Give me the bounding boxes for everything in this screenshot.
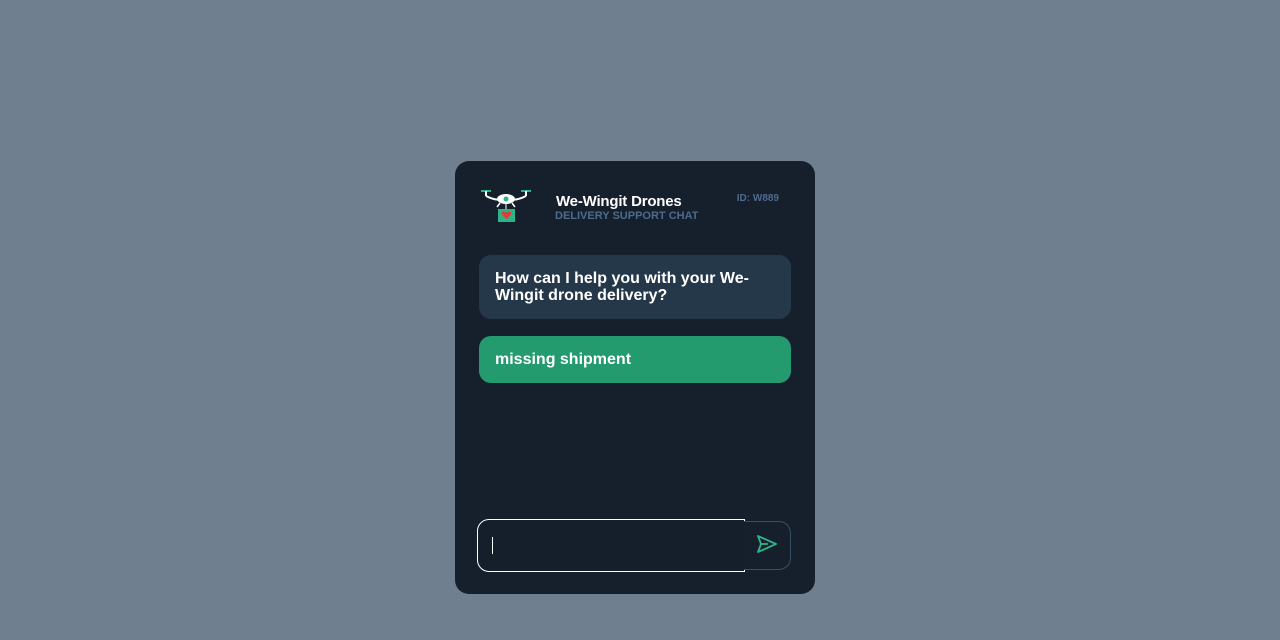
brand-subtitle: DELIVERY SUPPORT CHAT bbox=[555, 210, 699, 222]
send-button[interactable] bbox=[744, 521, 791, 570]
brand-title: We-Wingit Drones bbox=[556, 193, 682, 210]
message-composer bbox=[477, 519, 791, 572]
user-message: missing shipment bbox=[479, 336, 791, 383]
message-input[interactable] bbox=[477, 519, 745, 572]
send-icon bbox=[756, 534, 778, 557]
text-caret bbox=[492, 537, 493, 554]
session-id-label: ID: W889 bbox=[736, 193, 779, 204]
bot-message: How can I help you with your We-Wingit d… bbox=[479, 255, 791, 319]
message-list: How can I help you with your We-Wingit d… bbox=[479, 255, 791, 383]
chat-window: We-Wingit Drones DELIVERY SUPPORT CHAT I… bbox=[455, 161, 815, 594]
drone-logo-icon bbox=[481, 187, 531, 223]
chat-header: We-Wingit Drones DELIVERY SUPPORT CHAT I… bbox=[479, 185, 791, 225]
